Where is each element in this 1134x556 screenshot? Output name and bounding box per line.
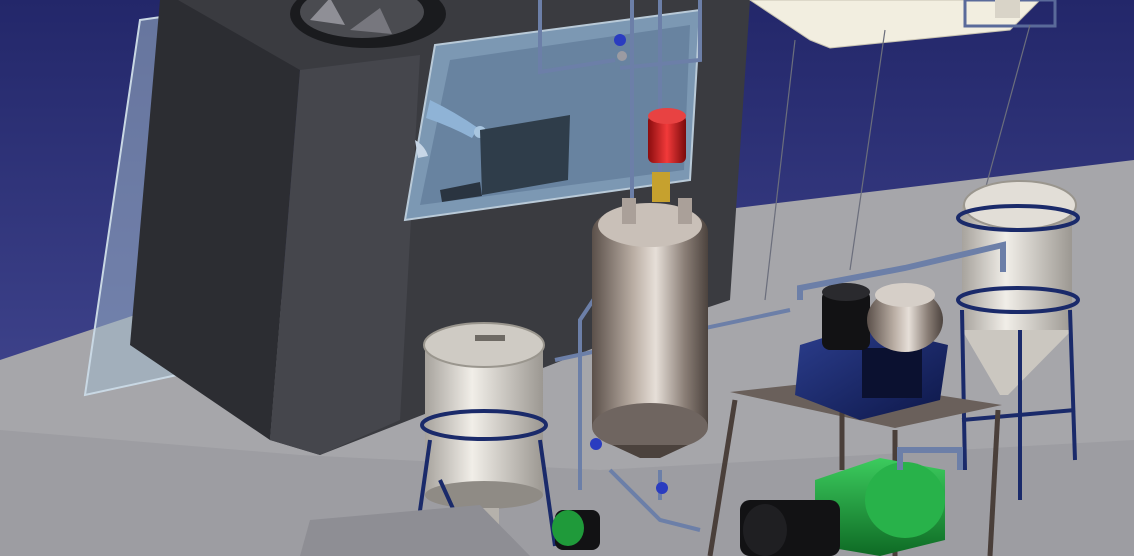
- fermenter-tank: [592, 172, 708, 458]
- ceiling-fixture-body: [995, 0, 1020, 18]
- red-motor-icon: [648, 108, 686, 163]
- small-pump-icon: [552, 510, 600, 550]
- cad-process-plant-scene: [0, 0, 1134, 556]
